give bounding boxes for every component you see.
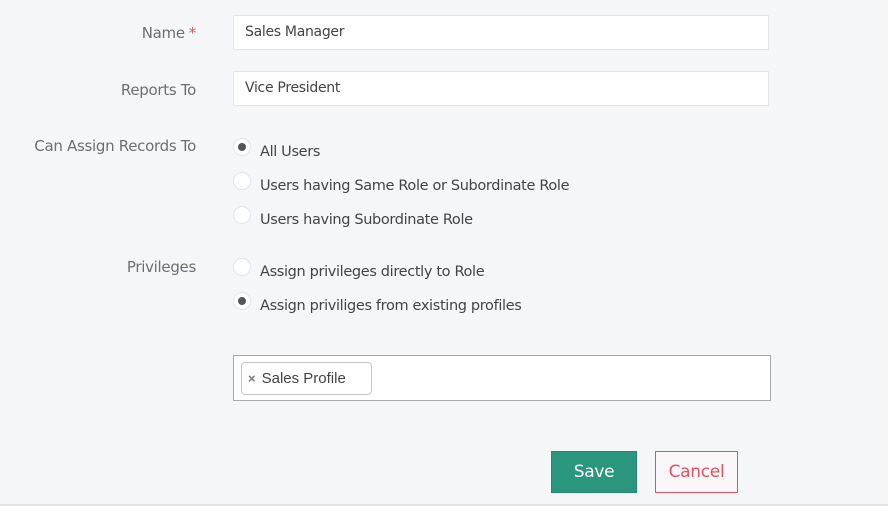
privileges-label: Privileges (126, 258, 196, 276)
name-input[interactable]: Sales Manager (233, 15, 769, 50)
save-button[interactable]: Save (551, 451, 637, 493)
radio-same-or-subordinate[interactable]: Users having Same Role or Subordinate Ro… (233, 172, 570, 194)
radio-label: Assign privileges directly to Role (260, 264, 485, 280)
required-marker: * (188, 24, 197, 42)
radio-label: Users having Subordinate Role (260, 212, 473, 228)
radio-button[interactable] (233, 138, 251, 156)
radio-privileges-profiles[interactable]: Assign priviliges from existing profiles (233, 292, 522, 314)
can-assign-label: Can Assign Records To (34, 137, 196, 155)
reports-to-label: Reports To (120, 81, 196, 99)
radio-button[interactable] (233, 258, 251, 276)
radio-all-users[interactable]: All Users (233, 138, 321, 160)
radio-subordinate[interactable]: Users having Subordinate Role (233, 206, 473, 228)
reports-to-input[interactable]: Vice President (233, 71, 769, 106)
radio-selected-dot (238, 143, 246, 151)
radio-button[interactable] (233, 172, 251, 190)
radio-label: All Users (260, 144, 321, 160)
radio-selected-dot (238, 297, 246, 305)
remove-tag-icon[interactable]: × (248, 371, 256, 386)
cancel-button[interactable]: Cancel (655, 451, 738, 493)
profiles-multiselect[interactable]: × Sales Profile (233, 355, 771, 401)
radio-label: Users having Same Role or Subordinate Ro… (260, 178, 570, 194)
radio-label: Assign priviliges from existing profiles (260, 298, 522, 314)
profile-tag: × Sales Profile (241, 362, 372, 395)
name-label: Name * (141, 24, 197, 42)
radio-button[interactable] (233, 292, 251, 310)
radio-button[interactable] (233, 206, 251, 224)
radio-privileges-direct[interactable]: Assign privileges directly to Role (233, 258, 485, 280)
name-label-text: Name (141, 24, 185, 42)
profile-tag-label: Sales Profile (261, 370, 346, 387)
